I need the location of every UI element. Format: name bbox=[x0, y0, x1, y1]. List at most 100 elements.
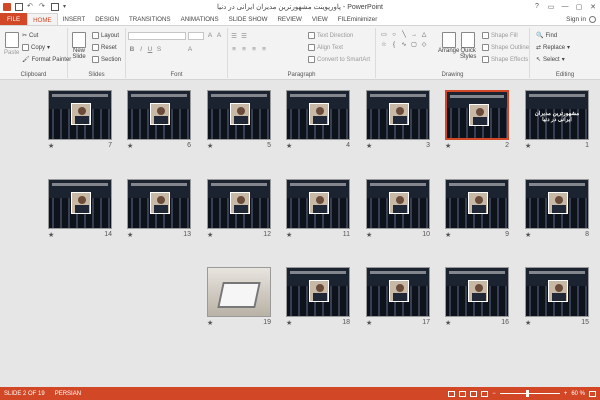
language-indicator[interactable]: PERSIAN bbox=[55, 391, 81, 397]
slide-thumbnail[interactable]: ★ 5 bbox=[207, 90, 271, 150]
align-left-icon[interactable]: ≡ bbox=[230, 46, 238, 53]
zoom-level[interactable]: 60 % bbox=[571, 391, 585, 397]
transition-star-icon[interactable]: ★ bbox=[366, 231, 372, 239]
strikethrough-icon[interactable]: S bbox=[155, 46, 163, 53]
tab-view[interactable]: VIEW bbox=[307, 13, 333, 25]
slide-thumbnail[interactable]: ★ 14 bbox=[48, 179, 112, 239]
section-button[interactable]: Section bbox=[92, 56, 121, 63]
slide-preview[interactable] bbox=[366, 90, 430, 140]
font-size-input[interactable] bbox=[188, 32, 204, 40]
numbering-icon[interactable]: ☰ bbox=[240, 32, 248, 40]
slide-thumbnail[interactable]: ★ 19 bbox=[207, 267, 271, 327]
shape-rounded-icon[interactable]: ▢ bbox=[410, 42, 418, 49]
zoom-in-button[interactable]: + bbox=[564, 391, 568, 397]
shrink-font-icon[interactable]: A bbox=[215, 32, 223, 39]
transition-star-icon[interactable]: ★ bbox=[525, 142, 531, 150]
slide-thumbnail[interactable]: ★ 3 bbox=[366, 90, 430, 150]
transition-star-icon[interactable]: ★ bbox=[127, 231, 133, 239]
slideshow-view-icon[interactable] bbox=[481, 390, 489, 397]
customize-qat-icon[interactable]: ▾ bbox=[63, 3, 71, 11]
transition-star-icon[interactable]: ★ bbox=[48, 142, 54, 150]
transition-star-icon[interactable]: ★ bbox=[525, 319, 531, 327]
tab-animations[interactable]: ANIMATIONS bbox=[176, 13, 224, 25]
slide-thumbnail[interactable]: مشهورترین مدیران ایرانی در دنیا ★ 1 bbox=[525, 90, 589, 150]
transition-star-icon[interactable]: ★ bbox=[207, 319, 213, 327]
align-center-icon[interactable]: ≡ bbox=[240, 46, 248, 53]
layout-button[interactable]: Layout bbox=[92, 32, 119, 39]
convert-smartart-button[interactable]: Convert to SmartArt bbox=[308, 56, 370, 63]
align-right-icon[interactable]: ≡ bbox=[250, 46, 258, 53]
tab-design[interactable]: DESIGN bbox=[90, 13, 124, 25]
shape-line-icon[interactable]: ╲ bbox=[400, 32, 408, 39]
slide-thumbnail[interactable]: ★ 13 bbox=[127, 179, 191, 239]
transition-star-icon[interactable]: ★ bbox=[525, 231, 531, 239]
slide-preview[interactable]: مشهورترین مدیران ایرانی در دنیا bbox=[525, 90, 589, 140]
shape-rectangle-icon[interactable]: ▭ bbox=[380, 32, 388, 39]
slide-thumbnail[interactable]: ★ 18 bbox=[286, 267, 350, 327]
tab-insert[interactable]: INSERT bbox=[58, 13, 91, 25]
slide-preview[interactable] bbox=[207, 267, 271, 317]
tab-review[interactable]: REVIEW bbox=[272, 13, 306, 25]
format-painter-button[interactable]: 🖌 Format Painter bbox=[22, 56, 71, 64]
sign-in-link[interactable]: Sign in bbox=[566, 13, 596, 26]
slide-thumbnail[interactable]: ★ 8 bbox=[525, 179, 589, 239]
zoom-slider-thumb[interactable] bbox=[525, 390, 529, 397]
tab-fileminimizer[interactable]: FILEminimizer bbox=[333, 13, 383, 25]
slide-preview[interactable] bbox=[445, 90, 509, 140]
transition-star-icon[interactable]: ★ bbox=[445, 142, 451, 150]
slide-thumbnail[interactable]: ★ 16 bbox=[445, 267, 509, 327]
shape-fill-button[interactable]: Shape Fill bbox=[482, 32, 518, 39]
find-button[interactable]: 🔍 Find bbox=[536, 32, 557, 40]
new-slide-button[interactable]: New Slide bbox=[72, 32, 86, 60]
slide-preview[interactable] bbox=[286, 267, 350, 317]
transition-star-icon[interactable]: ★ bbox=[127, 142, 133, 150]
help-button[interactable]: ? bbox=[530, 0, 544, 13]
slide-preview[interactable] bbox=[48, 90, 112, 140]
slide-thumbnail[interactable]: ★ 4 bbox=[286, 90, 350, 150]
paste-button[interactable]: Paste bbox=[4, 32, 19, 56]
slide-preview[interactable] bbox=[525, 267, 589, 317]
transition-star-icon[interactable]: ★ bbox=[445, 319, 451, 327]
slide-preview[interactable] bbox=[366, 179, 430, 229]
slide-thumbnail[interactable]: ★ 15 bbox=[525, 267, 589, 327]
bullets-icon[interactable]: ☰ bbox=[230, 32, 238, 40]
shape-curve-icon[interactable]: ∿ bbox=[400, 42, 408, 49]
reset-button[interactable]: Reset bbox=[92, 44, 117, 51]
slide-preview[interactable] bbox=[207, 179, 271, 229]
slide-preview[interactable] bbox=[48, 179, 112, 229]
shape-oval-icon[interactable]: ○ bbox=[390, 32, 398, 39]
transition-star-icon[interactable]: ★ bbox=[366, 319, 372, 327]
reading-view-icon[interactable] bbox=[470, 390, 478, 397]
slide-preview[interactable] bbox=[366, 267, 430, 317]
font-color-icon[interactable]: A bbox=[186, 46, 194, 53]
replace-button[interactable]: ⇄ Replace ▾ bbox=[536, 44, 570, 52]
slide-thumbnail[interactable]: ★ 6 bbox=[127, 90, 191, 150]
italic-icon[interactable]: I bbox=[137, 46, 145, 53]
grow-font-icon[interactable]: A bbox=[206, 32, 214, 39]
slide-preview[interactable] bbox=[127, 179, 191, 229]
start-slideshow-icon[interactable] bbox=[51, 2, 59, 11]
transition-star-icon[interactable]: ★ bbox=[286, 231, 292, 239]
slide-preview[interactable] bbox=[445, 267, 509, 317]
shape-brace-icon[interactable]: { bbox=[390, 42, 398, 49]
shape-triangle-icon[interactable]: △ bbox=[420, 32, 428, 39]
font-name-input[interactable] bbox=[128, 32, 186, 40]
slide-thumbnail[interactable]: ★ 12 bbox=[207, 179, 271, 239]
zoom-out-button[interactable]: − bbox=[492, 391, 496, 397]
fit-slide-icon[interactable] bbox=[589, 390, 596, 397]
slide-thumbnail[interactable]: ★ 9 bbox=[445, 179, 509, 239]
slide-preview[interactable] bbox=[127, 90, 191, 140]
tab-home[interactable]: HOME bbox=[27, 13, 58, 25]
ribbon-display-options-button[interactable]: ▭ bbox=[544, 0, 558, 13]
zoom-slider[interactable] bbox=[499, 390, 560, 397]
slide-preview[interactable] bbox=[286, 90, 350, 140]
slide-thumbnail[interactable]: ★ 17 bbox=[366, 267, 430, 327]
transition-star-icon[interactable]: ★ bbox=[207, 231, 213, 239]
slide-preview[interactable] bbox=[525, 179, 589, 229]
cut-button[interactable]: ✂ Cut bbox=[22, 32, 38, 40]
tab-slide-show[interactable]: SLIDE SHOW bbox=[224, 13, 273, 25]
slide-preview[interactable] bbox=[445, 179, 509, 229]
slide-preview[interactable] bbox=[207, 90, 271, 140]
transition-star-icon[interactable]: ★ bbox=[366, 142, 372, 150]
save-icon[interactable] bbox=[15, 2, 23, 11]
